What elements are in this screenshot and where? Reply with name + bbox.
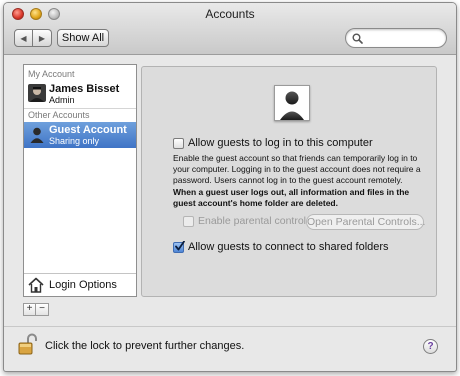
search-field[interactable] (345, 28, 447, 48)
window-title: Accounts (205, 7, 255, 21)
accounts-window: Accounts ◀ ▶ Show All My Account James B… (3, 2, 457, 372)
nav-group: ◀ ▶ (14, 29, 52, 47)
allow-guest-login-label[interactable]: Allow guests to log in to this computer (188, 137, 373, 149)
user-role: Sharing only (49, 136, 100, 146)
parental-controls-checkbox[interactable] (183, 216, 194, 227)
my-account-header: My Account (28, 69, 75, 79)
guest-picture (274, 85, 310, 121)
checkmark-icon (175, 241, 185, 251)
parental-controls-label[interactable]: Enable parental controls (198, 215, 311, 227)
lock-message: Click the lock to prevent further change… (45, 340, 245, 352)
guest-silhouette-icon (280, 91, 304, 120)
user-name: James Bisset (49, 83, 120, 95)
shared-folders-label[interactable]: Allow guests to connect to shared folder… (188, 241, 389, 253)
list-item-guest-account[interactable]: Guest Account Sharing only (24, 122, 136, 148)
titlebar: Accounts ◀ ▶ Show All (4, 3, 456, 55)
divider (24, 108, 136, 109)
home-icon (28, 277, 44, 293)
login-options-label: Login Options (49, 279, 117, 291)
user-name: Guest Account (49, 124, 127, 136)
shared-folders-checkbox[interactable] (173, 241, 185, 253)
allow-guest-login-checkbox[interactable] (173, 138, 184, 149)
add-user-button[interactable]: + (23, 303, 36, 316)
guest-description: Enable the guest account so that friends… (173, 153, 421, 185)
open-parental-controls-button[interactable]: Open Parental Controls... (306, 214, 425, 230)
back-arrow-icon: ◀ (20, 33, 27, 43)
search-input[interactable] (365, 31, 443, 45)
add-remove-group: + − (23, 303, 49, 316)
show-all-button[interactable]: Show All (57, 29, 109, 47)
forward-button[interactable]: ▶ (33, 29, 52, 47)
login-options-item[interactable]: Login Options (24, 273, 136, 296)
remove-user-button[interactable]: − (36, 303, 49, 316)
avatar (28, 84, 46, 102)
back-button[interactable]: ◀ (14, 29, 33, 47)
user-role: Admin (49, 95, 75, 105)
footer-divider (4, 326, 456, 327)
list-item-james-bisset[interactable]: James Bisset Admin (24, 81, 136, 107)
lock-icon[interactable] (18, 333, 38, 355)
guest-warning: When a guest user logs out, all informat… (173, 187, 410, 208)
other-accounts-header: Other Accounts (28, 110, 90, 120)
guest-settings-panel: Allow guests to log in to this computer … (141, 66, 437, 297)
guest-avatar-icon (28, 125, 46, 143)
accounts-list: My Account James Bisset Admin Other Acco… (23, 64, 137, 297)
forward-arrow-icon: ▶ (38, 33, 46, 43)
help-button[interactable]: ? (423, 339, 438, 354)
search-icon (352, 33, 363, 44)
